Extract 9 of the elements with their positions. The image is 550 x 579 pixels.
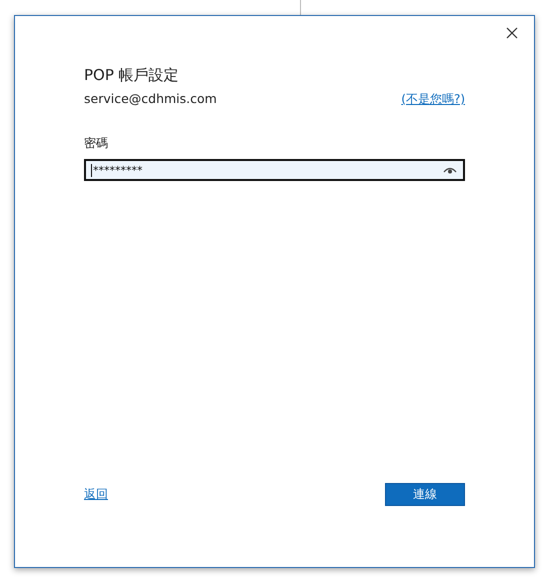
eye-icon[interactable]	[443, 166, 457, 174]
dialog-title: POP 帳戶設定	[84, 66, 180, 85]
not-you-link[interactable]: (不是您嗎?)	[401, 91, 465, 108]
back-link[interactable]: 返回	[84, 486, 108, 503]
connect-button[interactable]: 連線	[385, 483, 465, 506]
password-field[interactable]: *********	[84, 159, 465, 181]
close-icon	[506, 27, 518, 39]
account-email: service@cdhmis.com	[84, 91, 217, 106]
password-label: 密碼	[84, 135, 109, 152]
